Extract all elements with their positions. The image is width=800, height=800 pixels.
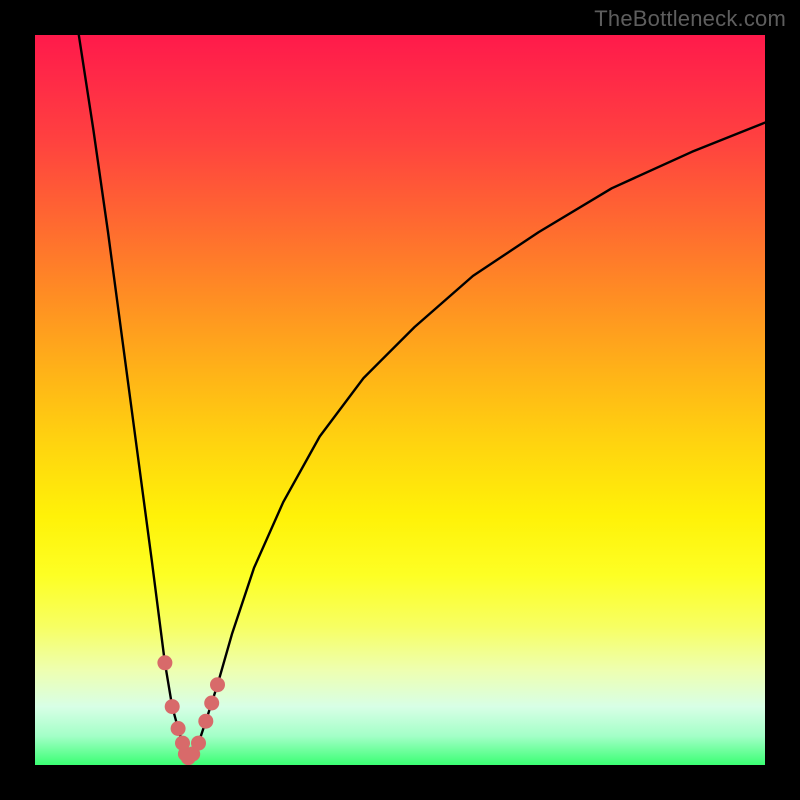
watermark-text: TheBottleneck.com	[594, 6, 786, 32]
highlight-marker	[191, 736, 206, 751]
bottleneck-curve	[35, 35, 765, 765]
plot-area	[35, 35, 765, 765]
highlight-marker	[198, 714, 213, 729]
curve-left-branch	[79, 35, 189, 758]
highlight-marker	[165, 699, 180, 714]
highlight-marker	[171, 721, 186, 736]
chart-frame: TheBottleneck.com	[0, 0, 800, 800]
highlight-marker	[204, 696, 219, 711]
curve-right-branch	[188, 123, 765, 758]
highlight-marker	[210, 677, 225, 692]
highlight-marker	[157, 655, 172, 670]
